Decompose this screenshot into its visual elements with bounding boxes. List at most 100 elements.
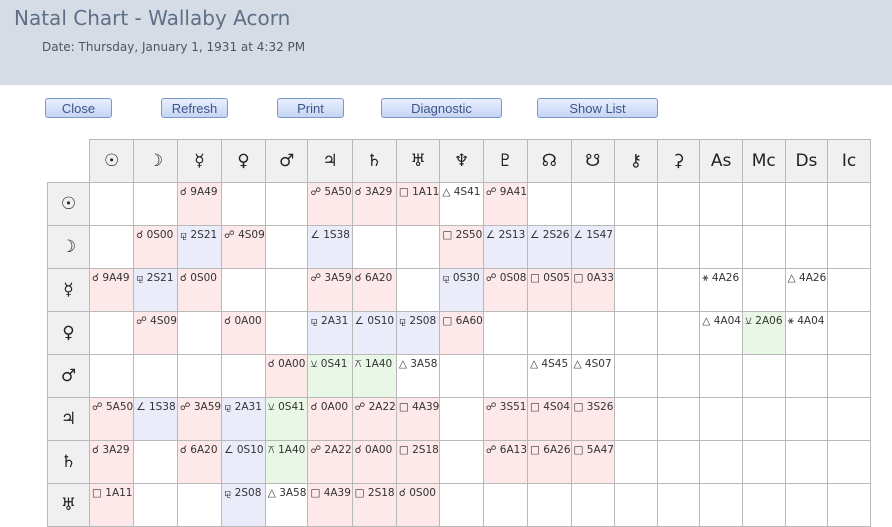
- aspect-cell: [570, 182, 615, 226]
- aspect-cell: [784, 483, 829, 527]
- aspect-cell: ☍ 9A41: [482, 182, 529, 226]
- close-button[interactable]: Close: [45, 98, 112, 118]
- column-header: ☿: [176, 139, 223, 183]
- aspect-cell: ☍ 5A50: [307, 182, 353, 226]
- aspect-label: ☍ 5A50: [310, 186, 352, 198]
- aspect-cell: ☌ 3A29: [88, 440, 135, 484]
- aspect-label: ☌ 9A49: [179, 186, 218, 198]
- aspect-cell: □ 4A39: [307, 483, 353, 527]
- grid-row: ♂ ☌ 0A00 ⚺ 0S41 ⚻ 1A40 △ 3A58 △ 4S45 △ 4S07: [47, 354, 871, 398]
- aspect-cell: ☌ 3A29: [351, 182, 397, 226]
- aspect-label: ⚼ 2A31: [224, 401, 262, 413]
- aspect-cell: [613, 483, 658, 527]
- aspect-label: ☍ 4S09: [136, 315, 177, 327]
- row-header: ♂: [47, 354, 90, 398]
- aspect-cell: ⚺ 2A06: [741, 311, 786, 355]
- aspect-cell: [176, 354, 223, 398]
- aspect-cell: [827, 182, 871, 226]
- show-list-button[interactable]: Show List: [537, 98, 658, 118]
- aspect-label: □ 4S04: [530, 401, 570, 413]
- aspect-cell: [741, 225, 786, 269]
- aspect-cell: [395, 225, 441, 269]
- aspect-cell: [439, 440, 484, 484]
- aspect-label: △ 3A58: [267, 487, 307, 499]
- column-header: ☽: [133, 139, 178, 183]
- aspect-grid: ☉ ☽ ☿ ♀ ♂ ♃ ♄ ♅ ♆ ♇ ☊ ☋ ⚷ ⚳ As Mc Ds Ic ☉ ☌ 9A49 ☍ 5A50 ☌ 3A2…: [47, 139, 871, 527]
- aspect-cell: □ 0A33: [570, 268, 615, 312]
- aspect-cell: [221, 182, 266, 226]
- aspect-label: □ 4A39: [310, 487, 351, 499]
- aspect-cell: ☍ 4S09: [221, 225, 266, 269]
- aspect-cell: ⚼ 2A31: [221, 397, 266, 441]
- aspect-label: ⚼ 2S21: [179, 229, 218, 241]
- aspect-cell: ☍ 3A59: [307, 268, 353, 312]
- aspect-cell: ☌ 0A00: [264, 354, 309, 398]
- aspect-label: □ 0S05: [530, 272, 570, 284]
- aspect-cell: [741, 483, 786, 527]
- aspect-cell: ☌ 0S00: [133, 225, 178, 269]
- aspect-cell: [784, 440, 829, 484]
- aspect-label: △ 3A58: [398, 358, 438, 370]
- column-header: ♇: [482, 139, 529, 183]
- aspect-cell: [656, 354, 701, 398]
- aspect-cell: ⚼ 0S30: [439, 268, 484, 312]
- aspect-label: △ 4S07: [573, 358, 612, 370]
- aspect-label: ☌ 0A00: [354, 444, 393, 456]
- aspect-label: ∠ 1S38: [136, 401, 176, 413]
- aspect-cell: [133, 483, 178, 527]
- aspect-label: ∠ 1S38: [310, 229, 350, 241]
- aspect-cell: [527, 483, 572, 527]
- aspect-cell: [784, 354, 829, 398]
- aspect-label: ⚼ 2S21: [136, 272, 174, 284]
- print-button[interactable]: Print: [277, 98, 344, 118]
- aspect-cell: [613, 354, 658, 398]
- column-header: ♀: [221, 139, 266, 183]
- aspect-cell: ∠ 0S10: [221, 440, 266, 484]
- aspect-label: ⚻ 1A40: [354, 358, 393, 370]
- report-header: Natal Chart - Wallaby Acorn Date: Thursd…: [0, 0, 892, 85]
- aspect-label: ∠ 2S26: [530, 229, 570, 241]
- refresh-button[interactable]: Refresh: [161, 98, 228, 118]
- aspect-label: ⚻ 1A40: [267, 444, 306, 456]
- aspect-cell: [699, 225, 743, 269]
- aspect-label: ☍ 2A22: [310, 444, 352, 456]
- aspect-label: ⚼ 2S08: [224, 487, 262, 499]
- aspect-label: ☍ 4S09: [224, 229, 265, 241]
- aspect-label: ⚺ 0S41: [267, 401, 305, 413]
- column-header: ⚷: [613, 139, 658, 183]
- aspect-label: ☍ 3S51: [485, 401, 527, 413]
- aspect-label: ☌ 6A20: [179, 444, 218, 456]
- aspect-cell: [264, 182, 309, 226]
- aspect-cell: △ 4S45: [527, 354, 572, 398]
- aspect-cell: [741, 397, 786, 441]
- grid-row: ♃ ☍ 5A50 ∠ 1S38 ☍ 3A59 ⚼ 2A31 ⚺ 0S41 ☌ 0A00 ☍ 2…: [47, 397, 871, 441]
- aspect-cell: △ 4A26: [784, 268, 829, 312]
- aspect-cell: [656, 311, 701, 355]
- aspect-label: ☍ 5A50: [92, 401, 134, 413]
- column-header: Ic: [827, 139, 871, 183]
- aspect-label: △ 4S45: [530, 358, 569, 370]
- aspect-cell: △ 3A58: [264, 483, 309, 527]
- column-header: ☊: [527, 139, 572, 183]
- aspect-label: ☍ 2A22: [354, 401, 396, 413]
- aspect-cell: ☍ 3A59: [176, 397, 223, 441]
- aspect-label: ☍ 9A41: [485, 186, 528, 198]
- row-header: ☿: [47, 268, 90, 312]
- aspect-cell: [784, 182, 829, 226]
- grid-row: ☽ ☌ 0S00 ⚼ 2S21 ☍ 4S09 ∠ 1S38 □ 2S50 ∠ 2S13 ∠ 2…: [47, 225, 871, 269]
- aspect-label: ☌ 3A29: [92, 444, 130, 456]
- aspect-cell: ⚻ 1A40: [351, 354, 397, 398]
- aspect-cell: [827, 268, 871, 312]
- aspect-cell: [570, 311, 615, 355]
- aspect-cell: [656, 440, 701, 484]
- aspect-label: □ 4A39: [398, 401, 440, 413]
- aspect-label: ☍ 6A13: [485, 444, 528, 456]
- diagnostic-button[interactable]: Diagnostic: [381, 98, 502, 118]
- aspect-cell: ☌ 0S00: [395, 483, 441, 527]
- column-header: Ds: [784, 139, 829, 183]
- aspect-cell: □ 2S18: [351, 483, 397, 527]
- aspect-label: ∠ 0S10: [224, 444, 264, 456]
- column-header: ☋: [570, 139, 615, 183]
- column-header: ☉: [88, 139, 135, 183]
- aspect-cell: [482, 483, 529, 527]
